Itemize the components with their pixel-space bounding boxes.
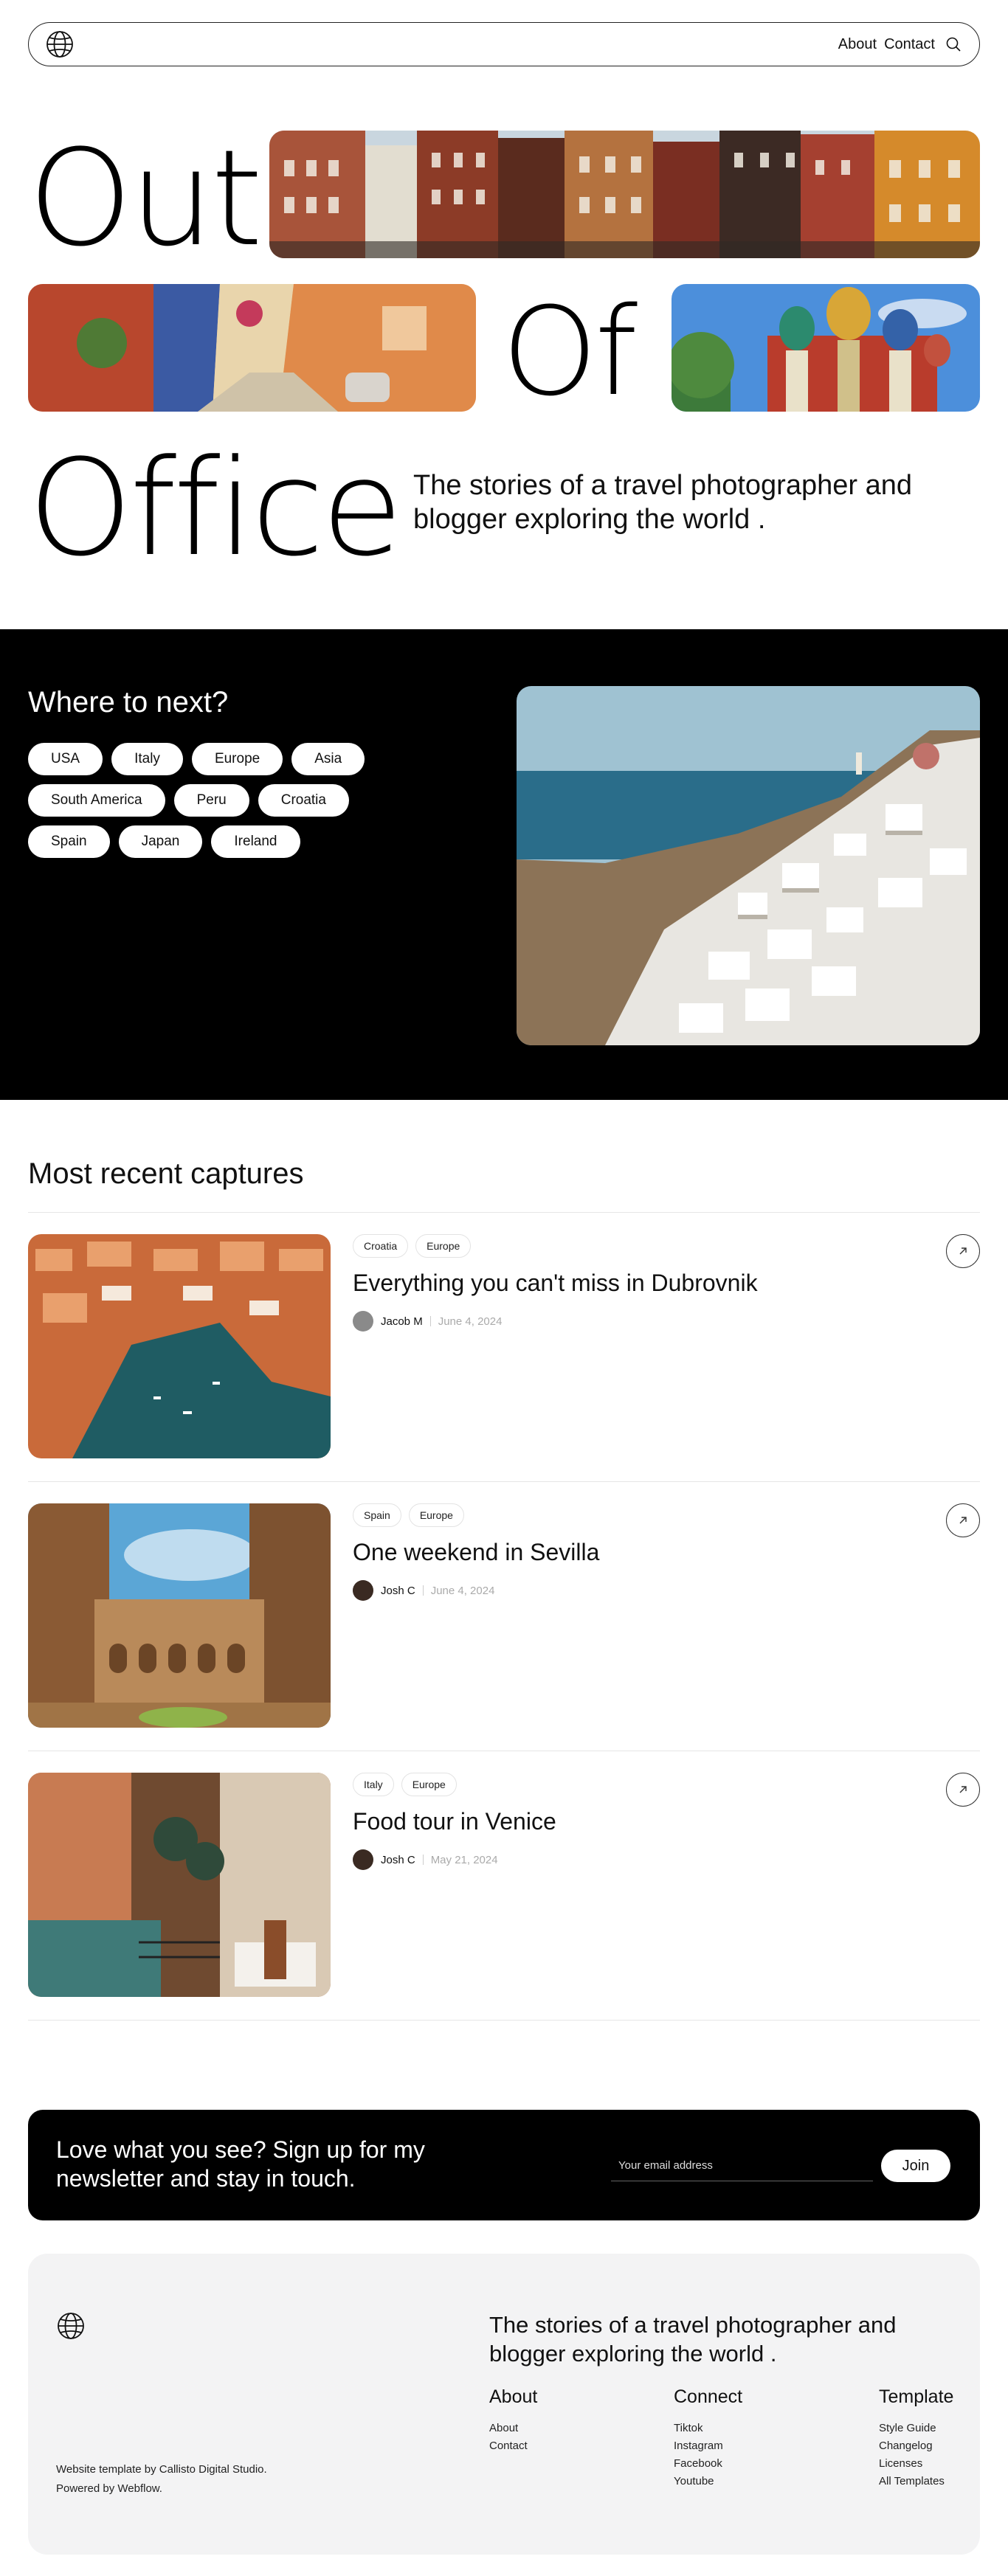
top-navbar: About Contact [28, 22, 980, 66]
avatar [353, 1849, 373, 1870]
open-post-button[interactable] [946, 1773, 980, 1807]
post-card-dubrovnik[interactable]: Croatia Europe Everything you can't miss… [28, 1234, 980, 1458]
divider [28, 2020, 980, 2021]
footer-link[interactable]: Tiktok [674, 2420, 742, 2437]
post-thumbnail[interactable] [28, 1773, 331, 1997]
divider [28, 1481, 980, 1482]
credit-powered-by[interactable]: Powered by Webflow. [56, 2479, 267, 2499]
footer-link[interactable]: All Templates [879, 2473, 953, 2490]
post-title[interactable]: One weekend in Sevilla [353, 1539, 599, 1566]
footer-link[interactable]: Licenses [879, 2455, 953, 2473]
post-meta: Jacob M June 4, 2024 [353, 1311, 502, 1332]
destinations-title: Where to next? [28, 686, 229, 719]
newsletter-text: Love what you see? Sign up for my newsle… [56, 2136, 425, 2192]
footer-credits: Website template by Callisto Digital Stu… [56, 2460, 267, 2499]
tag[interactable]: Italy [353, 1773, 394, 1796]
post-tags: Italy Europe [353, 1773, 457, 1796]
hero-word-of: Of [502, 281, 638, 423]
post-date: June 4, 2024 [438, 1315, 503, 1328]
hero-word-office: Office [28, 432, 403, 586]
post-card-sevilla[interactable]: Spain Europe One weekend in Sevilla Josh… [28, 1503, 980, 1728]
post-date: June 4, 2024 [430, 1584, 495, 1597]
post-card-venice[interactable]: Italy Europe Food tour in Venice Josh C … [28, 1773, 980, 1997]
post-author: Josh C [381, 1853, 415, 1866]
footer-column-about: About About Contact [489, 2386, 537, 2455]
divider [422, 1585, 424, 1596]
footer-column-title: Template [879, 2386, 954, 2407]
globe-icon[interactable] [45, 30, 75, 59]
nav-link-contact[interactable]: Contact [884, 36, 935, 53]
chip-peru[interactable]: Peru [173, 784, 249, 817]
chip-asia[interactable]: Asia [291, 743, 365, 775]
footer-column-template: Template Style Guide Changelog Licenses … [879, 2386, 953, 2490]
chip-europe[interactable]: Europe [191, 743, 283, 775]
nav-link-about[interactable]: About [838, 36, 877, 53]
credit-template[interactable]: Website template by Callisto Digital Stu… [56, 2460, 267, 2479]
arrow-up-right-icon [959, 1247, 967, 1255]
footer-link[interactable]: Style Guide [879, 2420, 953, 2437]
divider [28, 1212, 980, 1213]
chip-spain[interactable]: Spain [28, 825, 110, 858]
post-thumbnail[interactable] [28, 1234, 331, 1458]
footer-column-title: About [489, 2386, 538, 2407]
footer-tagline: The stories of a travel photographer and… [489, 2312, 897, 2366]
post-meta: Josh C June 4, 2024 [353, 1580, 494, 1601]
footer-link[interactable]: Facebook [674, 2455, 742, 2473]
arrow-up-right-icon [959, 1786, 967, 1793]
post-title[interactable]: Food tour in Venice [353, 1808, 556, 1835]
email-field[interactable] [611, 2150, 873, 2181]
footer-link[interactable]: About [489, 2420, 537, 2437]
footer: Website template by Callisto Digital Stu… [28, 2254, 980, 2555]
chip-japan[interactable]: Japan [118, 825, 203, 858]
hero-photo-street [28, 284, 476, 412]
search-icon[interactable] [945, 36, 962, 52]
post-tags: Croatia Europe [353, 1234, 472, 1258]
destinations-photo-santorini [517, 686, 980, 1045]
post-title[interactable]: Everything you can't miss in Dubrovnik [353, 1270, 758, 1297]
hero-photo-moscow [672, 284, 980, 412]
post-date: May 21, 2024 [430, 1853, 498, 1866]
open-post-button[interactable] [946, 1234, 980, 1268]
avatar [353, 1311, 373, 1332]
divider [422, 1855, 424, 1865]
globe-icon[interactable] [56, 2311, 86, 2341]
tag[interactable]: Spain [353, 1503, 401, 1527]
newsletter-banner: Love what you see? Sign up for my newsle… [28, 2110, 980, 2220]
footer-link[interactable]: Changelog [879, 2437, 953, 2455]
hero-word-out: Out [28, 122, 263, 276]
chip-italy[interactable]: Italy [111, 743, 183, 775]
arrow-up-right-icon [959, 1517, 967, 1524]
chip-usa[interactable]: USA [28, 743, 103, 775]
tag[interactable]: Croatia [353, 1234, 409, 1258]
destination-chips: USA Italy Europe Asia South America Peru… [28, 743, 412, 858]
chip-south-america[interactable]: South America [28, 784, 165, 817]
recent-section-title: Most recent captures [28, 1157, 304, 1190]
tag[interactable]: Europe [401, 1773, 457, 1796]
open-post-button[interactable] [946, 1503, 980, 1537]
footer-link[interactable]: Instagram [674, 2437, 742, 2455]
hero-tagline: The stories of a travel photographer and… [413, 470, 912, 535]
footer-link[interactable]: Contact [489, 2437, 537, 2455]
nav-links: About Contact [838, 36, 962, 53]
post-author: Jacob M [381, 1315, 423, 1328]
tag[interactable]: Europe [408, 1503, 464, 1527]
footer-column-connect: Connect Tiktok Instagram Facebook Youtub… [674, 2386, 742, 2490]
chip-croatia[interactable]: Croatia [258, 784, 349, 817]
footer-column-title: Connect [674, 2386, 743, 2407]
hero-photo-amsterdam [269, 131, 980, 258]
divider [429, 1316, 431, 1326]
post-author: Josh C [381, 1584, 415, 1597]
avatar [353, 1580, 373, 1601]
chip-ireland[interactable]: Ireland [211, 825, 300, 858]
post-meta: Josh C May 21, 2024 [353, 1849, 498, 1870]
footer-link[interactable]: Youtube [674, 2473, 742, 2490]
post-tags: Spain Europe [353, 1503, 464, 1527]
post-thumbnail[interactable] [28, 1503, 331, 1728]
tag[interactable]: Europe [415, 1234, 472, 1258]
join-button[interactable]: Join [881, 2150, 950, 2182]
